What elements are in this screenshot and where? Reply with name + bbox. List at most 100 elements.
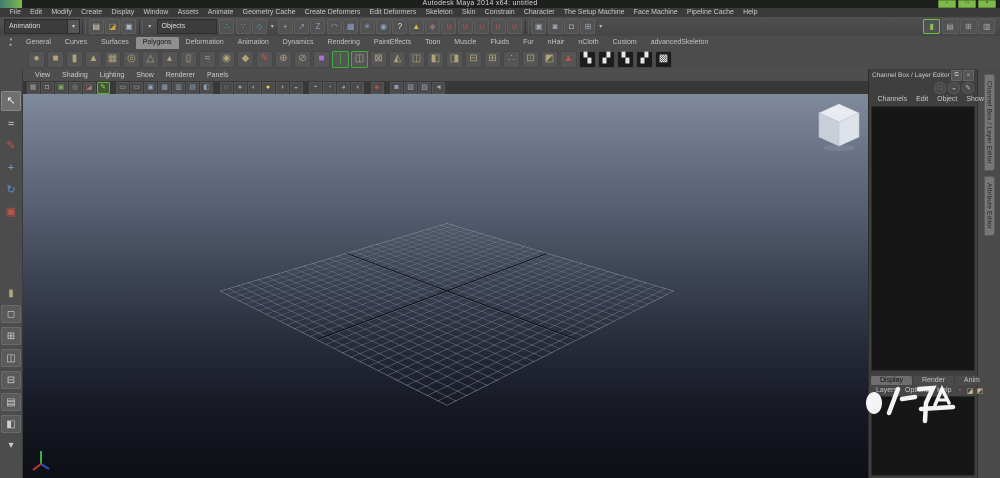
menu-assets[interactable]: Assets [173, 8, 203, 17]
shelf-tab-nhair[interactable]: nHair [541, 37, 572, 49]
panel-menu-shading[interactable]: Shading [56, 72, 94, 79]
layer-menu-help[interactable]: Help [933, 387, 955, 394]
menu-create[interactable]: Create [77, 8, 107, 17]
layer-menu-layers[interactable]: Layers [872, 387, 901, 394]
show-tool-settings-button[interactable]: ⊞ [959, 19, 977, 34]
minimize-button[interactable]: – [938, 0, 956, 8]
mask-curves-icon[interactable]: Z [310, 19, 326, 34]
menu-edit[interactable]: Edit [25, 8, 46, 17]
safe-action-icon[interactable]: ▥ [172, 81, 185, 94]
isolate-select-icon[interactable]: ◓ [309, 81, 322, 94]
status-right-caret[interactable]: ▾ [597, 20, 605, 33]
resolution-gate-icon[interactable]: ▭ [130, 81, 143, 94]
lock-camera-icon[interactable]: ◘ [40, 81, 54, 94]
layout-hypershade-persp-button[interactable]: ▤ [1, 393, 21, 411]
menu-file[interactable]: File [5, 8, 25, 17]
close-button[interactable]: × [978, 0, 996, 8]
uv-texture-editor-icon[interactable]: ▩ [655, 50, 672, 68]
textured-mode-icon[interactable]: ◐ [247, 81, 261, 94]
speed-state-icon[interactable]: ◒ [948, 82, 960, 94]
render-settings-icon[interactable]: ⊞ [580, 19, 596, 34]
lasso-select-tool[interactable]: ≈ [2, 115, 20, 133]
new-scene-icon[interactable]: ▤ [88, 19, 104, 34]
mirror-geometry-icon[interactable]: ◫ [351, 50, 368, 68]
mask-surfaces-icon[interactable]: ◠ [326, 19, 342, 34]
construction-history-icon[interactable]: ▣ [531, 19, 547, 34]
insert-edge-loop-icon[interactable]: ⊟ [465, 50, 482, 68]
xray-icon[interactable]: ◔ [323, 81, 336, 94]
grease-pencil-icon[interactable]: ✎ [96, 81, 110, 94]
fill-mode-icon[interactable]: ◧ [200, 81, 213, 94]
select-by-object-type-icon[interactable]: ∵ [235, 19, 251, 34]
screen-space-ao-icon[interactable]: ◒ [289, 81, 303, 94]
extrude-icon[interactable]: ⊠ [370, 50, 387, 68]
select-tool[interactable]: ↖ [1, 91, 21, 111]
bookmarks-icon[interactable]: ◎ [68, 81, 82, 94]
menu-geometry-cache[interactable]: Geometry Cache [238, 8, 300, 17]
panel-menu-lighting[interactable]: Lighting [94, 72, 131, 79]
append-polygon-icon[interactable]: ◧ [427, 50, 444, 68]
poly-pyramid-icon[interactable]: ▴ [161, 50, 178, 68]
channel-box-menu-object[interactable]: Object [933, 96, 962, 103]
show-attribute-editor-button[interactable]: ▤ [941, 19, 959, 34]
shelf-tab-fur[interactable]: Fur [516, 37, 541, 49]
uv-spherical-mapping-icon[interactable]: ▚ [617, 50, 634, 68]
split-polygon-icon[interactable]: ◨ [446, 50, 463, 68]
mask-rendering-icon[interactable]: ◉ [375, 19, 391, 34]
panel-menu-panels[interactable]: Panels [201, 72, 234, 79]
ipr-render-icon[interactable]: ◘ [564, 19, 580, 34]
menu-set-dropdown[interactable]: Animation ▾ [4, 19, 80, 34]
share-view-icon[interactable]: ◄ [432, 81, 445, 94]
poly-cylinder-icon[interactable]: ▮ [66, 50, 83, 68]
layer-tab-render[interactable]: Render [912, 376, 954, 385]
shelf-tab-dynamics[interactable]: Dynamics [276, 37, 321, 49]
bridge-icon[interactable]: ◫ [408, 50, 425, 68]
poly-torus-icon[interactable]: ◎ [123, 50, 140, 68]
shelf-tab-animation[interactable]: Animation [231, 37, 276, 49]
combine-icon[interactable]: ⊕ [275, 50, 292, 68]
shelf-menu-buttons[interactable]: ▾ ▸ [3, 36, 19, 49]
panel-menu-renderer[interactable]: Renderer [160, 72, 201, 79]
shadows-icon[interactable]: ◑ [275, 81, 289, 94]
manipulator-state-icon[interactable]: ∷ [934, 82, 946, 94]
separate-icon[interactable]: ⊘ [294, 50, 311, 68]
texture-view-icon[interactable]: ▧ [404, 81, 417, 94]
scale-tool[interactable]: ▣ [2, 203, 20, 221]
render-current-frame-icon[interactable]: ◙ [547, 19, 563, 34]
offset-edge-loop-icon[interactable]: ⊞ [484, 50, 501, 68]
channel-box-header-buttons[interactable]: ⧉ × [950, 70, 974, 81]
panel-menu-show[interactable]: Show [130, 72, 160, 79]
poly-cone-icon[interactable]: ▲ [85, 50, 102, 68]
menu-modify[interactable]: Modify [47, 8, 77, 17]
show-channel-box-button[interactable]: ▥ [978, 19, 996, 34]
snap-to-curves-icon[interactable]: ∪ [457, 19, 473, 34]
layout-persp-graph-button[interactable]: ⊟ [1, 371, 21, 389]
film-gate-icon[interactable]: ▭ [116, 81, 129, 94]
create-layer-from-selected-icon[interactable]: ◩ [976, 386, 985, 395]
channel-box-menu-channels[interactable]: Channels [873, 96, 912, 103]
snap-to-grids-icon[interactable]: ∪ [441, 19, 457, 34]
shelf-tab-polygons[interactable]: Polygons [135, 37, 179, 49]
poly-sphere-icon[interactable]: ● [28, 50, 45, 68]
menu-face-machine[interactable]: Face Machine [629, 8, 682, 17]
menu-constrain[interactable]: Constrain [480, 8, 519, 17]
menu-window[interactable]: Window [139, 8, 173, 17]
poly-prism-icon[interactable]: △ [142, 50, 159, 68]
mask-dynamics-icon[interactable]: ✳ [359, 19, 375, 34]
selection-mode-caret[interactable]: ▾ [146, 20, 154, 33]
uv-automatic-mapping-icon[interactable]: ▞ [636, 50, 653, 68]
shelf-editor-button[interactable]: ▸ [3, 42, 19, 48]
uv-planar-mapping-icon[interactable]: ▚ [579, 50, 596, 68]
layout-menu-caret[interactable]: ▾ [2, 437, 20, 453]
mask-misc-icon[interactable]: ? [392, 19, 408, 34]
shelf-tab-deformation[interactable]: Deformation [179, 37, 231, 49]
poly-soccer-ball-icon[interactable]: ◉ [218, 50, 235, 68]
xray-active-components-icon[interactable]: ◕ [337, 81, 350, 94]
mask-options-caret[interactable]: ▾ [268, 20, 276, 33]
lookdev-view-icon[interactable]: ▨ [418, 81, 431, 94]
move-tool[interactable]: + [2, 159, 20, 177]
shelf-tab-ncloth[interactable]: nCloth [571, 37, 605, 49]
channel-box-menu-edit[interactable]: Edit [912, 96, 933, 103]
exposure-icon[interactable]: ◈ [370, 81, 384, 94]
menu-character[interactable]: Character [519, 8, 559, 17]
